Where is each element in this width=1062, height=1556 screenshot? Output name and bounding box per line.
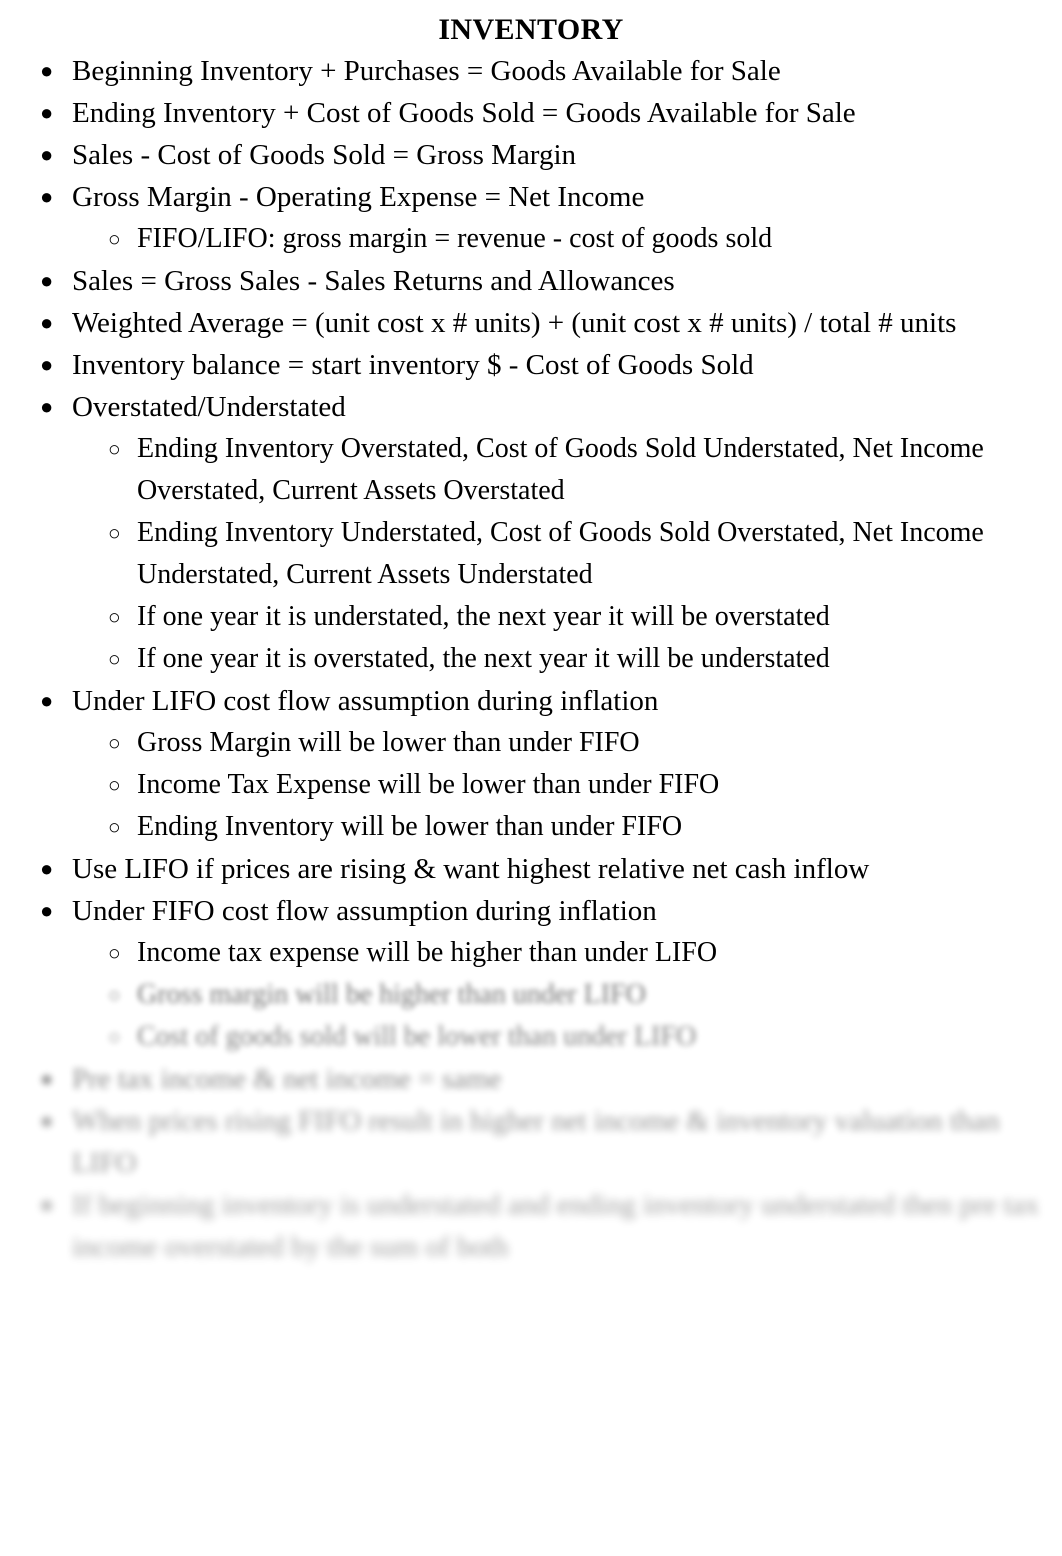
- bullet-text: If one year it is overstated, the next y…: [137, 643, 830, 674]
- hollow-bullet-icon: ○: [108, 227, 121, 251]
- page-title: INVENTORY: [0, 10, 1062, 54]
- sub-bullet-item: ○ Gross margin will be higher than under …: [0, 974, 1062, 1016]
- hollow-bullet-icon: ○: [108, 941, 121, 965]
- bullet-text: Under LIFO cost flow assumption during i…: [72, 685, 659, 717]
- bullet-item: ● Sales = Gross Sales - Sales Returns and…: [0, 260, 1062, 302]
- page-title-text: INVENTORY: [438, 13, 624, 46]
- hollow-bullet-icon: ○: [108, 437, 121, 461]
- hollow-bullet-icon: ○: [108, 983, 121, 1007]
- bullet-item: ● Gross Margin - Operating Expense = Net …: [0, 176, 1062, 218]
- filled-bullet-icon: ●: [40, 1192, 54, 1217]
- sub-bullet-item: ○ Ending Inventory Understated, Cost of G…: [0, 512, 1062, 596]
- bullet-text: If one year it is understated, the next …: [137, 601, 830, 632]
- filled-bullet-icon: ●: [40, 58, 54, 83]
- bullet-text: Pre tax income & net income = same: [72, 1063, 502, 1095]
- bullet-item: ● If beginning inventory is understated a…: [0, 1184, 1062, 1268]
- filled-bullet-icon: ●: [40, 352, 54, 377]
- bullet-item: ● Use LIFO if prices are rising & want hi…: [0, 848, 1062, 890]
- filled-bullet-icon: ●: [40, 898, 54, 923]
- bullet-item: ● When prices rising FIFO result in highe…: [0, 1100, 1062, 1184]
- bullet-text: Beginning Inventory + Purchases = Goods …: [72, 55, 781, 87]
- bullet-text: Ending Inventory Understated, Cost of Go…: [137, 517, 984, 590]
- bullet-item: ● Pre tax income & net income = same: [0, 1058, 1062, 1100]
- hollow-bullet-icon: ○: [108, 1025, 121, 1049]
- bullet-text: Ending Inventory + Cost of Goods Sold = …: [72, 97, 856, 129]
- bullet-item: ● Beginning Inventory + Purchases = Goods…: [0, 50, 1062, 92]
- bullet-text: When prices rising FIFO result in higher…: [72, 1105, 1000, 1179]
- bullet-item: ● Ending Inventory + Cost of Goods Sold =…: [0, 92, 1062, 134]
- bullet-text: Gross margin will be higher than under L…: [137, 979, 646, 1010]
- filled-bullet-icon: ●: [40, 1066, 54, 1091]
- filled-bullet-icon: ●: [40, 856, 54, 881]
- bullet-text: Sales - Cost of Goods Sold = Gross Margi…: [72, 139, 577, 171]
- bullet-text: Income Tax Expense will be lower than un…: [137, 769, 720, 800]
- bullet-text: Income tax expense will be higher than u…: [137, 937, 718, 968]
- filled-bullet-icon: ●: [40, 142, 54, 167]
- sub-bullet-item: ○ Ending Inventory will be lower than und…: [0, 806, 1062, 848]
- bullet-text: Gross Margin - Operating Expense = Net I…: [72, 181, 645, 213]
- bullet-text: Use LIFO if prices are rising & want hig…: [72, 853, 870, 885]
- filled-bullet-icon: ●: [40, 268, 54, 293]
- hollow-bullet-icon: ○: [108, 773, 121, 797]
- sub-bullet-item: ○ FIFO/LIFO: gross margin = revenue - cos…: [0, 218, 1062, 260]
- bullet-text: Under FIFO cost flow assumption during i…: [72, 895, 657, 927]
- hollow-bullet-icon: ○: [108, 521, 121, 545]
- filled-bullet-icon: ●: [40, 394, 54, 419]
- sub-bullet-item: ○ Income tax expense will be higher than …: [0, 932, 1062, 974]
- sub-bullet-item: ○ Ending Inventory Overstated, Cost of Go…: [0, 428, 1062, 512]
- bullet-item: ● Overstated/Understated: [0, 386, 1062, 428]
- bullet-text: Ending Inventory Overstated, Cost of Goo…: [137, 433, 984, 506]
- bullet-text: If beginning inventory is understated an…: [72, 1189, 1040, 1263]
- sub-bullet-item: ○ If one year it is understated, the next…: [0, 596, 1062, 638]
- filled-bullet-icon: ●: [40, 1108, 54, 1133]
- bullet-text: Sales = Gross Sales - Sales Returns and …: [72, 265, 675, 297]
- sub-bullet-item: ○ Cost of goods sold will be lower than u…: [0, 1016, 1062, 1058]
- bullet-text: Ending Inventory will be lower than unde…: [137, 811, 683, 842]
- bullet-text: Inventory balance = start inventory $ - …: [72, 349, 754, 381]
- bullet-item: ● Inventory balance = start inventory $ -…: [0, 344, 1062, 386]
- filled-bullet-icon: ●: [40, 310, 54, 335]
- bullet-text: Cost of goods sold will be lower than un…: [137, 1021, 697, 1052]
- bullet-text: Gross Margin will be lower than under FI…: [137, 727, 640, 758]
- sub-bullet-item: ○ Income Tax Expense will be lower than u…: [0, 764, 1062, 806]
- notes-outline: ● Beginning Inventory + Purchases = Goods…: [0, 50, 1062, 1268]
- filled-bullet-icon: ●: [40, 184, 54, 209]
- bullet-item: ● Sales - Cost of Goods Sold = Gross Marg…: [0, 134, 1062, 176]
- hollow-bullet-icon: ○: [108, 605, 121, 629]
- bullet-text: Weighted Average = (unit cost x # units)…: [72, 307, 957, 339]
- hollow-bullet-icon: ○: [108, 647, 121, 671]
- bullet-text: Overstated/Understated: [72, 391, 346, 423]
- document-page: INVENTORY ● Beginning Inventory + Purchas…: [0, 0, 1062, 1556]
- sub-bullet-item: ○ If one year it is overstated, the next …: [0, 638, 1062, 680]
- filled-bullet-icon: ●: [40, 688, 54, 713]
- bullet-text: FIFO/LIFO: gross margin = revenue - cost…: [137, 223, 773, 254]
- bullet-item: ● Weighted Average = (unit cost x # units…: [0, 302, 1062, 344]
- sub-bullet-item: ○ Gross Margin will be lower than under F…: [0, 722, 1062, 764]
- bullet-item: ● Under FIFO cost flow assumption during …: [0, 890, 1062, 932]
- bullet-item: ● Under LIFO cost flow assumption during …: [0, 680, 1062, 722]
- hollow-bullet-icon: ○: [108, 815, 121, 839]
- hollow-bullet-icon: ○: [108, 731, 121, 755]
- filled-bullet-icon: ●: [40, 100, 54, 125]
